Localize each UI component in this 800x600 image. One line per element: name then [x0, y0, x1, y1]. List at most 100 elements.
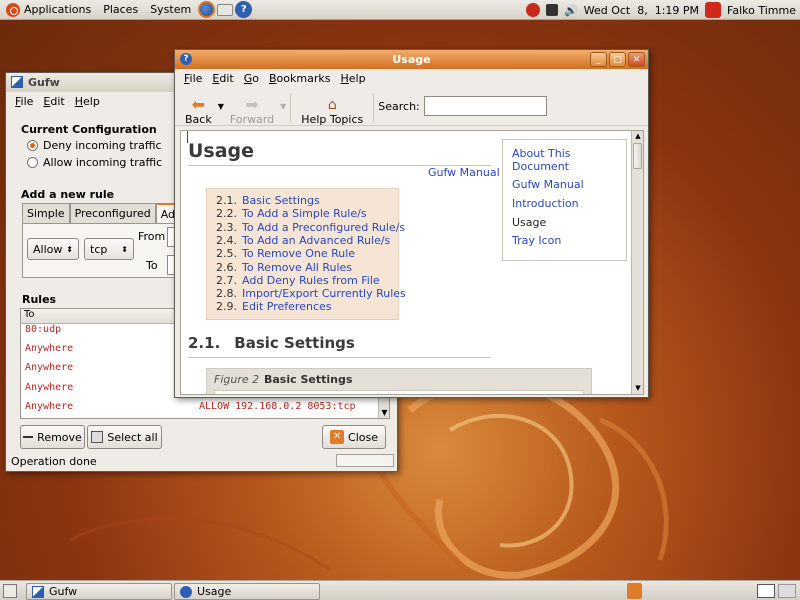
- remove-icon: [23, 436, 34, 438]
- scroll-down-arrow-icon[interactable]: ▼: [379, 407, 390, 418]
- gufw-menu-file[interactable]: File: [10, 95, 38, 108]
- tab-preconfigured[interactable]: Preconfigured: [69, 203, 156, 223]
- allow-incoming-radio[interactable]: Allow incoming traffic: [27, 156, 162, 169]
- remove-button[interactable]: Remove: [20, 425, 85, 449]
- gufw-title: Gufw: [28, 76, 60, 89]
- rule-row[interactable]: Anywhere: [25, 343, 73, 354]
- toc-item[interactable]: 2.3. To Add a Preconfigured Rule/s: [216, 221, 405, 234]
- close-window-icon[interactable]: ✕: [628, 52, 645, 67]
- system-menu-label: System: [150, 3, 192, 16]
- help-topics-label: Help Topics: [301, 113, 364, 126]
- gufw-app-icon: [11, 76, 23, 88]
- help-menu-file[interactable]: File: [179, 72, 207, 85]
- taskbar-item-label: Gufw: [49, 585, 78, 598]
- rules-heading: Rules: [22, 293, 57, 306]
- user-name[interactable]: Falko Timme: [727, 4, 796, 17]
- rule-row[interactable]: 80:udp: [25, 324, 61, 335]
- select-all-button[interactable]: Select all: [87, 425, 162, 449]
- top-panel: Applications Places System ? 🔊 Wed Oct 8…: [0, 0, 800, 20]
- system-menu[interactable]: System: [144, 0, 197, 20]
- help-icon[interactable]: ?: [235, 1, 253, 18]
- deny-incoming-radio[interactable]: Deny incoming traffic: [27, 139, 162, 152]
- sidebar-item-gufw-manual[interactable]: Gufw Manual: [512, 178, 584, 191]
- rule-row[interactable]: Anywhere: [25, 401, 73, 412]
- close-button-label: Close: [348, 430, 378, 444]
- toc-item-number: 2.6.: [216, 260, 237, 274]
- toc-item[interactable]: 2.9. Edit Preferences: [216, 300, 332, 313]
- toc-item-number: 2.3.: [216, 220, 237, 234]
- close-button[interactable]: ✕ Close: [322, 425, 386, 449]
- firefox-icon[interactable]: [198, 1, 216, 18]
- scroll-thumb[interactable]: [633, 143, 642, 169]
- network-icon[interactable]: [546, 4, 559, 16]
- radio-dot: [27, 140, 38, 151]
- toc-item[interactable]: 2.4. To Add an Advanced Rule/s: [216, 234, 390, 247]
- toc-item-number: 2.7.: [216, 273, 237, 287]
- forward-button[interactable]: ➡ Forward: [224, 90, 280, 127]
- toc-item-number: 2.2.: [216, 207, 237, 221]
- search-input[interactable]: [423, 96, 547, 116]
- ubuntu-logo-icon: [6, 2, 20, 17]
- toc-item[interactable]: 2.6. To Remove All Rules: [216, 261, 352, 274]
- clock[interactable]: Wed Oct 8, 1:19 PM: [584, 4, 699, 17]
- places-menu[interactable]: Places: [97, 0, 144, 20]
- toc-item-number: 2.1.: [216, 194, 237, 207]
- taskbar-item-usage[interactable]: Usage: [174, 583, 320, 600]
- workspace-switcher-icon[interactable]: [757, 584, 775, 598]
- gufw-manual-link[interactable]: Gufw Manual: [428, 166, 500, 179]
- bottom-panel: Gufw Usage: [0, 580, 800, 600]
- help-topics-button[interactable]: ⌂ Help Topics: [295, 90, 369, 126]
- toc-item[interactable]: 2.1. Basic Settings: [216, 194, 320, 207]
- rule-row[interactable]: Anywhere: [25, 382, 73, 393]
- places-menu-label: Places: [103, 3, 139, 16]
- action-combo-value: Allow: [33, 242, 63, 256]
- toolbar-separator: [373, 93, 375, 123]
- update-notifier-icon[interactable]: [526, 3, 541, 17]
- back-button[interactable]: ⬅ Back: [179, 90, 218, 127]
- forward-history-arrow-icon[interactable]: ▼: [280, 102, 286, 111]
- help-menu-help[interactable]: Help: [335, 72, 370, 85]
- maximize-icon[interactable]: □: [609, 52, 626, 67]
- help-titlebar[interactable]: ? Usage _ □ ✕: [175, 50, 648, 69]
- toc-item[interactable]: 2.5. To Remove One Rule: [216, 247, 355, 260]
- section-heading: 2.1. Basic Settings: [188, 334, 355, 352]
- volume-icon[interactable]: 🔊: [564, 4, 578, 17]
- toc-item-number: 2.5.: [216, 247, 237, 261]
- toc-item-label: To Add an Advanced Rule/s: [242, 233, 391, 247]
- taskbar-item-gufw[interactable]: Gufw: [26, 583, 172, 600]
- sidebar-item-tray-icon[interactable]: Tray Icon: [512, 234, 561, 247]
- toc-item[interactable]: 2.7. Add Deny Rules from File: [216, 274, 380, 287]
- section-title: Basic Settings: [234, 334, 355, 352]
- logout-icon[interactable]: [705, 2, 722, 18]
- gufw-menu-help[interactable]: Help: [70, 95, 105, 108]
- rule-row[interactable]: Anywhere: [25, 362, 73, 373]
- applications-menu[interactable]: Applications: [0, 0, 97, 20]
- show-desktop-icon[interactable]: [3, 584, 17, 598]
- rule-detail: ALLOW 192.168.0.2 8053:tcp: [199, 401, 356, 412]
- help-menu-go[interactable]: Go: [239, 72, 264, 85]
- toc-item-label: To Add a Preconfigured Rule/s: [242, 220, 406, 234]
- protocol-combo[interactable]: tcp ⬍: [84, 238, 134, 260]
- help-scrollbar[interactable]: ▲ ▼: [631, 131, 643, 394]
- minimize-icon[interactable]: _: [590, 52, 607, 67]
- toc-item[interactable]: 2.2. To Add a Simple Rule/s: [216, 207, 367, 220]
- scroll-up-arrow-icon[interactable]: ▲: [632, 131, 643, 142]
- help-menu-edit[interactable]: Edit: [207, 72, 238, 85]
- workspace-switcher-icon-2[interactable]: [778, 584, 796, 598]
- gufw-menu-edit[interactable]: Edit: [38, 95, 69, 108]
- add-rule-heading: Add a new rule: [21, 188, 115, 201]
- help-content[interactable]: Usage Gufw Manual 2.1. Basic Settings 2.2.…: [180, 130, 644, 395]
- help-toolbar: ⬅ Back ▼ ➡ Forward ▼ ⌂ Help Topics Searc…: [175, 88, 648, 126]
- toc-item-number: 2.9.: [216, 300, 237, 314]
- sidebar-item-about[interactable]: About This Document: [512, 147, 582, 173]
- tab-simple[interactable]: Simple: [22, 203, 70, 223]
- action-combo[interactable]: Allow ⬍: [27, 238, 79, 260]
- toc-item[interactable]: 2.8. Import/Export Currently Rules: [216, 287, 406, 300]
- help-menu-bookmarks[interactable]: Bookmarks: [264, 72, 335, 85]
- scroll-down-arrow-icon[interactable]: ▼: [632, 383, 643, 394]
- trash-icon[interactable]: [627, 583, 642, 599]
- toc-item-number: 2.4.: [216, 233, 237, 247]
- sidebar-item-introduction[interactable]: Introduction: [512, 197, 579, 210]
- to-label: To: [146, 259, 158, 272]
- mail-icon[interactable]: [217, 3, 234, 16]
